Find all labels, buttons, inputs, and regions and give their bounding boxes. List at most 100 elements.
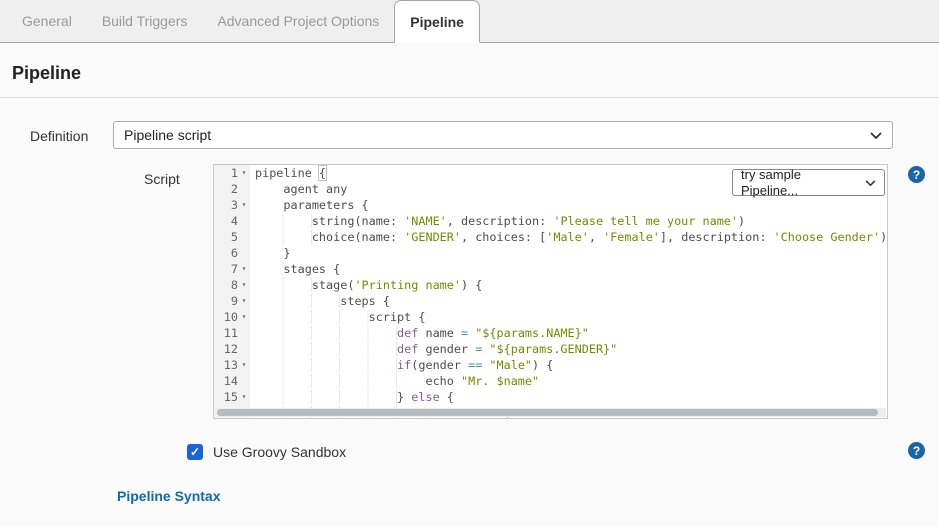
code-text: if(gender == "Male") { [250, 357, 887, 373]
editor-horizontal-scrollbar[interactable] [215, 408, 886, 417]
token-p: name [418, 326, 461, 340]
gutter-cell: 11 [214, 325, 250, 341]
token-s: "${params.NAME}" [475, 326, 589, 340]
indent-guides [255, 326, 397, 340]
gutter-cell: 10▾ [214, 309, 250, 325]
editor-line: 13▾ if(gender == "Male") { [214, 357, 887, 373]
token-p: , description: [447, 214, 554, 228]
editor-line: 7▾ stages { [214, 261, 887, 277]
use-groovy-sandbox-checkbox[interactable]: ✓ [187, 444, 203, 460]
fold-arrow-icon[interactable]: ▾ [238, 357, 250, 373]
indent-guides [255, 214, 312, 228]
definition-select-value: Pipeline script [124, 127, 211, 143]
tab-build-triggers[interactable]: Build Triggers [87, 0, 203, 42]
token-p: (gender [411, 358, 468, 372]
token-p: { [440, 390, 454, 404]
token-p: gender [418, 342, 475, 356]
line-number: 5 [214, 229, 238, 245]
indent-guides [255, 198, 283, 212]
code-text: } [250, 245, 887, 261]
try-sample-pipeline-select[interactable]: try sample Pipeline... [732, 169, 885, 196]
definition-select[interactable]: Pipeline script [113, 121, 893, 149]
token-s: 'GENDER' [404, 230, 461, 244]
fold-arrow-icon[interactable]: ▾ [238, 165, 250, 181]
indent-guides [255, 278, 312, 292]
fold-arrow-icon[interactable]: ▾ [238, 293, 250, 309]
gutter-cell: 12 [214, 341, 250, 357]
checkmark-icon: ✓ [190, 445, 200, 459]
token-p: ) [738, 214, 745, 228]
fold-arrow-icon[interactable]: ▾ [238, 197, 250, 213]
token-s: "${params.GENDER}" [489, 342, 617, 356]
fold-arrow-icon[interactable]: ▾ [238, 277, 250, 293]
script-help-icon[interactable]: ? [908, 166, 925, 183]
pipeline-script-editor[interactable]: 1▾pipeline {2 agent any3▾ parameters {4 … [213, 164, 888, 419]
fold-arrow-icon[interactable]: ▾ [238, 389, 250, 405]
section-header: Pipeline [0, 62, 939, 98]
chevron-down-icon [870, 127, 882, 143]
code-text: parameters { [250, 197, 887, 213]
fold-arrow-icon[interactable]: ▾ [238, 309, 250, 325]
token-p: steps { [340, 294, 390, 308]
token-s: 'Male' [546, 230, 589, 244]
token-p: parameters { [283, 198, 368, 212]
token-p: stage( [312, 278, 355, 292]
editor-line: 14 echo "Mr. $name" [214, 373, 887, 389]
token-b: { [319, 166, 326, 180]
chevron-down-icon [865, 175, 876, 191]
line-number: 12 [214, 341, 238, 357]
use-groovy-sandbox-label[interactable]: Use Groovy Sandbox [213, 444, 346, 460]
scrollbar-thumb[interactable] [217, 409, 878, 416]
script-label: Script [144, 164, 213, 419]
indent-guides [255, 230, 312, 244]
editor-line: 6 } [214, 245, 887, 261]
indent-guides [255, 342, 397, 356]
editor-line: 5 choice(name: 'GENDER', choices: ['Male… [214, 229, 887, 245]
tab-general[interactable]: General [7, 0, 87, 42]
page-title: Pipeline [12, 62, 939, 84]
token-o: == [468, 358, 482, 372]
gutter-cell: 3▾ [214, 197, 250, 213]
token-p: , choices: [ [461, 230, 546, 244]
definition-label: Definition [30, 121, 113, 149]
token-s: 'Please tell me your name' [553, 214, 738, 228]
gutter-cell: 6 [214, 245, 250, 261]
indent-guides [255, 182, 283, 196]
code-text: stage('Printing name') { [250, 277, 887, 293]
indent-guides [255, 262, 283, 276]
token-p: } [283, 246, 290, 260]
code-text: } else { [250, 389, 887, 405]
editor-line: 8▾ stage('Printing name') { [214, 277, 887, 293]
gutter-cell: 14 [214, 373, 250, 389]
line-number: 13 [214, 357, 238, 373]
token-p: script { [369, 310, 426, 324]
gutter-cell: 13▾ [214, 357, 250, 373]
token-p: string(name: [312, 214, 404, 228]
gutter-cell: 2 [214, 181, 250, 197]
gutter-cell: 15▾ [214, 389, 250, 405]
pipeline-syntax-link[interactable]: Pipeline Syntax [117, 488, 220, 504]
definition-row: Definition Pipeline script [0, 121, 939, 149]
line-number: 10 [214, 309, 238, 325]
try-sample-pipeline-value: try sample Pipeline... [741, 167, 857, 199]
sandbox-row: ✓ Use Groovy Sandbox ? [0, 444, 939, 460]
fold-arrow-icon[interactable]: ▾ [238, 261, 250, 277]
token-p: ) [880, 230, 887, 244]
token-k: def [397, 326, 418, 340]
tab-advanced-project-options[interactable]: Advanced Project Options [202, 0, 394, 42]
indent-guides [255, 310, 369, 324]
token-k: def [397, 342, 418, 356]
code-text: def name = "${params.NAME}" [250, 325, 887, 341]
tab-pipeline[interactable]: Pipeline [394, 0, 480, 43]
token-k: if [397, 358, 411, 372]
code-text: steps { [250, 293, 887, 309]
syntax-link-row: Pipeline Syntax [0, 488, 939, 504]
line-number: 1 [214, 165, 238, 181]
line-number: 7 [214, 261, 238, 277]
indent-guides [255, 358, 397, 372]
token-p: ], description: [660, 230, 774, 244]
token-s: 'Choose Gender' [774, 230, 881, 244]
sandbox-help-icon[interactable]: ? [908, 442, 925, 459]
gutter-cell: 9▾ [214, 293, 250, 309]
line-number: 3 [214, 197, 238, 213]
